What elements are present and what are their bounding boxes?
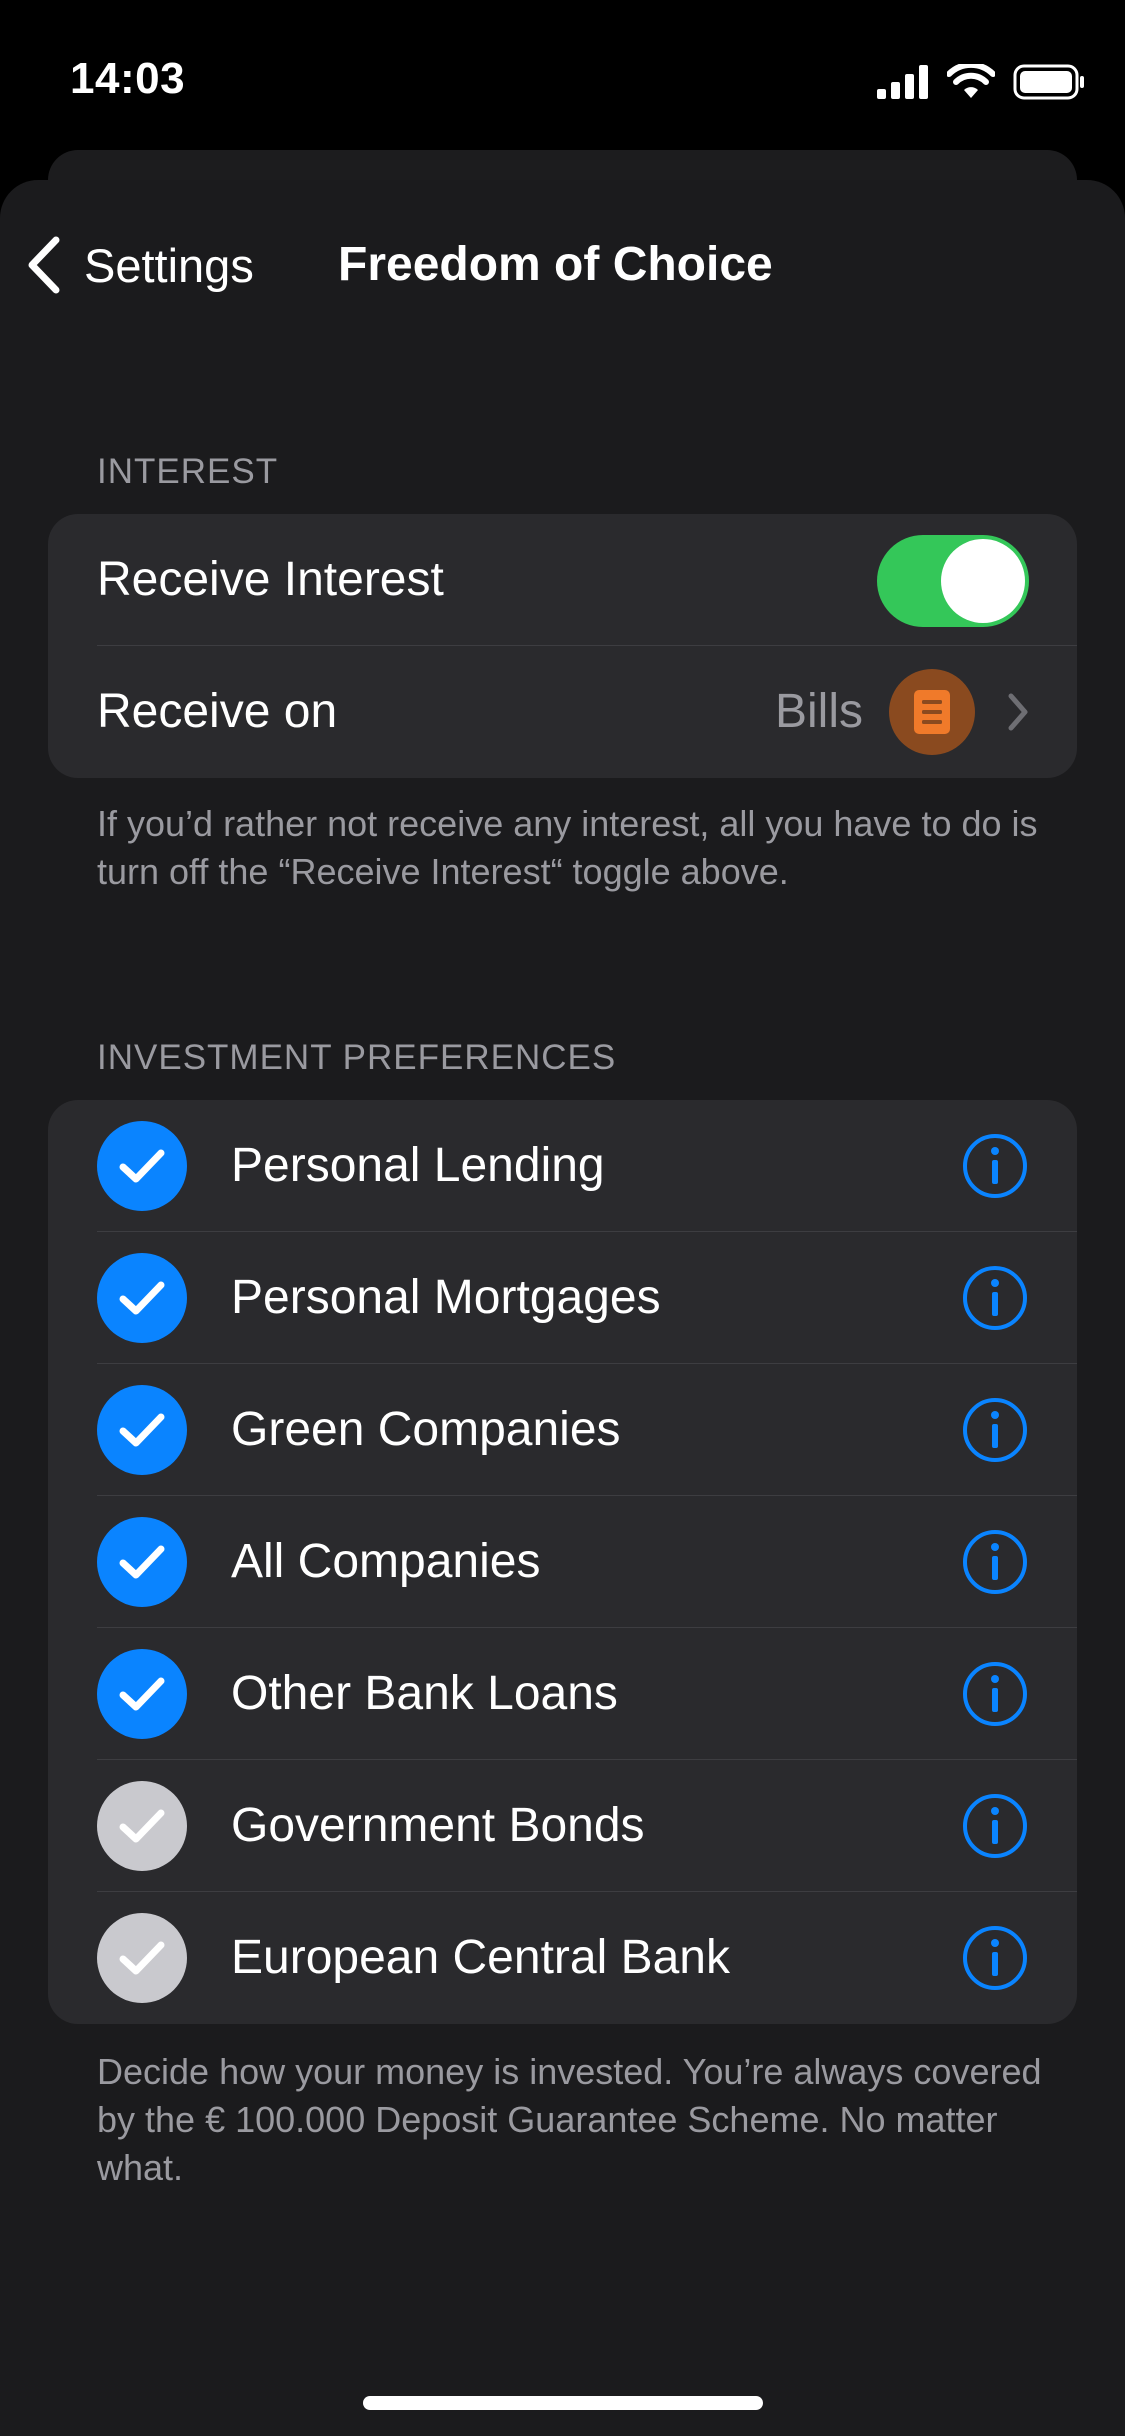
- checkmark-icon: [119, 1809, 165, 1843]
- account-badge: [889, 669, 975, 755]
- preference-label: All Companies: [231, 1535, 541, 1588]
- checkbox[interactable]: [97, 1913, 187, 2003]
- toggle-knob: [941, 539, 1025, 623]
- preference-row-other-bank-loans[interactable]: Other Bank Loans: [48, 1628, 1077, 1760]
- investment-footer-text: Decide how your money is invested. You’r…: [97, 2051, 1042, 2188]
- checkbox[interactable]: [97, 1385, 187, 1475]
- preference-label: European Central Bank: [231, 1931, 730, 1984]
- interest-group: Receive Interest Receive on Bills: [48, 514, 1077, 778]
- checkbox[interactable]: [97, 1781, 187, 1871]
- checkmark-icon: [119, 1149, 165, 1183]
- info-icon[interactable]: [961, 1132, 1029, 1200]
- preference-label: Government Bonds: [231, 1799, 645, 1852]
- receive-interest-label: Receive Interest: [97, 553, 444, 606]
- page-title: Freedom of Choice: [338, 238, 773, 291]
- checkmark-icon: [119, 1545, 165, 1579]
- preference-row-european-central-bank[interactable]: European Central Bank: [48, 1892, 1077, 2024]
- preference-row-personal-lending[interactable]: Personal Lending: [48, 1100, 1077, 1232]
- receive-interest-row: Receive Interest: [48, 514, 1077, 646]
- preference-label: Personal Mortgages: [231, 1271, 661, 1324]
- checkmark-icon: [119, 1941, 165, 1975]
- receive-on-row[interactable]: Receive on Bills: [48, 646, 1077, 778]
- info-icon[interactable]: [961, 1264, 1029, 1332]
- chevron-right-icon: [1008, 693, 1028, 731]
- status-time: 14:03: [70, 54, 186, 103]
- receive-interest-toggle[interactable]: [877, 535, 1029, 627]
- checkbox[interactable]: [97, 1649, 187, 1739]
- preference-label: Green Companies: [231, 1403, 621, 1456]
- info-icon[interactable]: [961, 1396, 1029, 1464]
- checkmark-icon: [119, 1677, 165, 1711]
- interest-section-header: INTEREST: [97, 452, 279, 491]
- info-icon[interactable]: [961, 1792, 1029, 1860]
- home-indicator[interactable]: [363, 2396, 763, 2410]
- info-icon[interactable]: [961, 1924, 1029, 1992]
- checkbox[interactable]: [97, 1121, 187, 1211]
- info-icon[interactable]: [961, 1660, 1029, 1728]
- chevron-left-icon: [28, 236, 60, 294]
- battery-icon: [1013, 64, 1084, 100]
- investment-preferences-group: Personal Lending Personal Mortgages Gree…: [48, 1100, 1077, 2024]
- back-button[interactable]: Settings: [26, 220, 254, 310]
- checkmark-icon: [119, 1281, 165, 1315]
- settings-sheet: Settings Freedom of Choice INTEREST Rece…: [0, 180, 1125, 2436]
- checkmark-icon: [119, 1413, 165, 1447]
- status-bar: 14:03: [0, 0, 1125, 150]
- back-label: Settings: [84, 238, 254, 292]
- investment-section-header: INVESTMENT PREFERENCES: [97, 1038, 617, 1077]
- preference-row-green-companies[interactable]: Green Companies: [48, 1364, 1077, 1496]
- info-icon[interactable]: [961, 1528, 1029, 1596]
- wifi-icon: [947, 64, 995, 98]
- receive-on-label: Receive on: [97, 685, 338, 738]
- preference-label: Other Bank Loans: [231, 1667, 618, 1720]
- preference-label: Personal Lending: [231, 1139, 605, 1192]
- preference-row-government-bonds[interactable]: Government Bonds: [48, 1760, 1077, 1892]
- document-icon: [914, 690, 950, 734]
- navigation-bar: Settings Freedom of Choice: [0, 220, 1125, 310]
- receive-on-value: Bills: [774, 685, 863, 738]
- preference-row-all-companies[interactable]: All Companies: [48, 1496, 1077, 1628]
- interest-footer-text: If you’d rather not receive any interest…: [97, 803, 1038, 892]
- cellular-signal-icon: [877, 65, 928, 99]
- status-icons: [877, 60, 1085, 104]
- checkbox[interactable]: [97, 1253, 187, 1343]
- checkbox[interactable]: [97, 1517, 187, 1607]
- preference-row-personal-mortgages[interactable]: Personal Mortgages: [48, 1232, 1077, 1364]
